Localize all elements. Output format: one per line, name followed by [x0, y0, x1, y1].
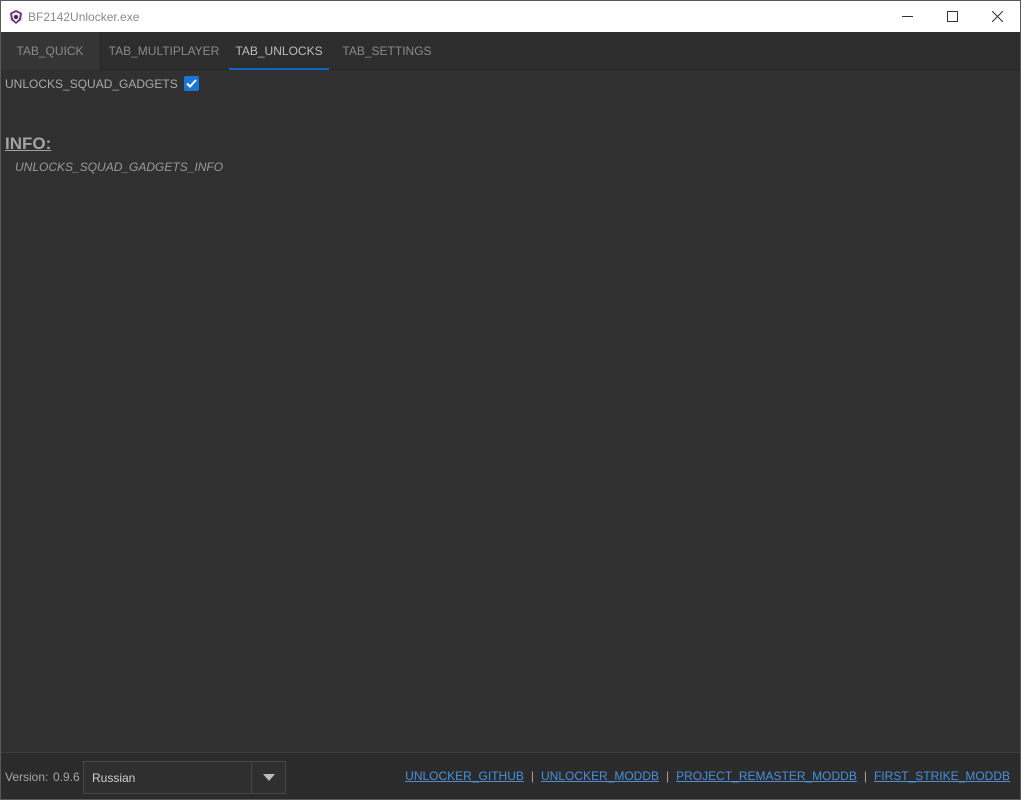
project-remaster-moddb-link[interactable]: PROJECT_REMASTER_MODDB	[676, 769, 857, 783]
unlocker-moddb-link[interactable]: UNLOCKER_MODDB	[541, 769, 659, 783]
squad-gadgets-option: UNLOCKS_SQUAD_GADGETS	[5, 76, 199, 91]
app-window: BF2142Unlocker.exe TAB_QUICK TAB_MULTIPL…	[0, 0, 1021, 800]
info-heading: INFO:	[5, 134, 52, 153]
maximize-icon	[947, 11, 958, 22]
squad-gadgets-checkbox[interactable]	[183, 76, 199, 91]
window-title: BF2142Unlocker.exe	[28, 9, 140, 24]
link-separator: |	[530, 769, 534, 783]
version-value: 0.9.6	[53, 770, 80, 784]
squad-gadgets-label: UNLOCKS_SQUAD_GADGETS	[5, 76, 178, 91]
chevron-down-icon	[262, 774, 275, 781]
tab-quick[interactable]: TAB_QUICK	[1, 32, 99, 70]
app-logo-icon	[7, 8, 25, 26]
footer-bar: Version: 0.9.6 Russian UNLOCKER_GITHUB |…	[1, 752, 1020, 799]
language-value: Russian	[92, 770, 136, 785]
close-icon	[992, 11, 1003, 22]
version-label: Version:	[5, 770, 49, 784]
minimize-icon	[902, 16, 913, 17]
tab-unlocks[interactable]: TAB_UNLOCKS	[229, 32, 329, 71]
info-text: UNLOCKS_SQUAD_GADGETS_INFO	[15, 160, 224, 174]
unlocker-github-link[interactable]: UNLOCKER_GITHUB	[405, 769, 524, 783]
window-controls	[885, 1, 1020, 32]
maximize-button[interactable]	[930, 1, 975, 32]
link-separator: |	[863, 769, 867, 783]
footer-links: UNLOCKER_GITHUB | UNLOCKER_MODDB | PROJE…	[405, 769, 1010, 783]
title-bar: BF2142Unlocker.exe	[1, 1, 1020, 32]
tab-bar: TAB_QUICK TAB_MULTIPLAYER TAB_UNLOCKS TA…	[1, 32, 1020, 71]
tab-settings[interactable]: TAB_SETTINGS	[329, 32, 445, 70]
close-button[interactable]	[975, 1, 1020, 32]
tab-content: UNLOCKS_SQUAD_GADGETS INFO: UNLOCKS_SQUA…	[1, 70, 1020, 752]
first-strike-moddb-link[interactable]: FIRST_STRIKE_MODDB	[874, 769, 1010, 783]
language-select[interactable]: Russian	[83, 761, 286, 794]
dropdown-arrow-button[interactable]	[251, 762, 285, 793]
minimize-button[interactable]	[885, 1, 930, 32]
checkmark-icon	[186, 79, 197, 88]
tab-multiplayer[interactable]: TAB_MULTIPLAYER	[99, 32, 229, 70]
link-separator: |	[666, 769, 670, 783]
